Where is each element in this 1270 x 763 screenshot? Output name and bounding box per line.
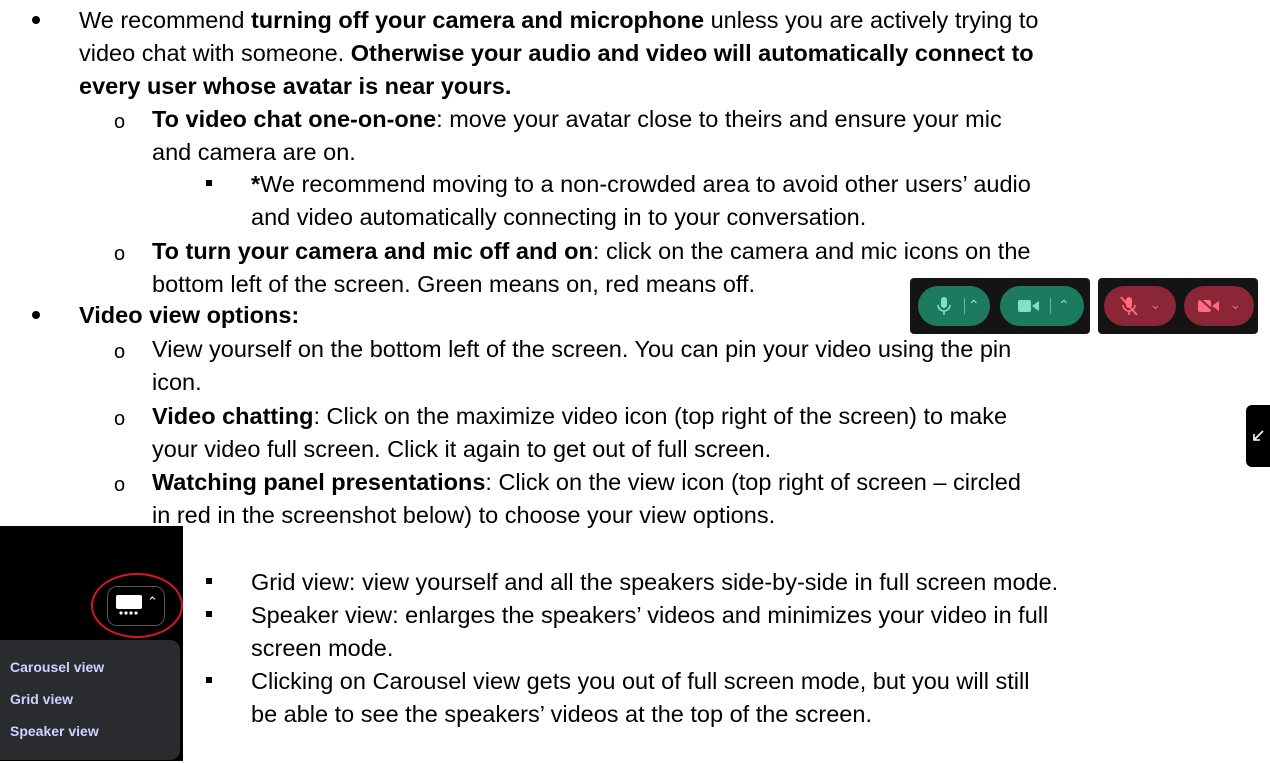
mic-on-button: ⌃ bbox=[918, 286, 990, 326]
chevron-up-icon: ⌃ bbox=[968, 297, 980, 313]
sub1-line2: and camera are on. bbox=[152, 139, 356, 165]
views-line3a: Clicking on Carousel view gets you out o… bbox=[251, 668, 1030, 694]
chevron-down-icon: ⌄ bbox=[1150, 297, 1161, 312]
camera-on-button: ⌃ bbox=[1000, 286, 1084, 326]
view-dropdown-menu: Carousel view Grid view Speaker view bbox=[0, 640, 180, 760]
sub5-line2: in red in the screenshot below) to choos… bbox=[152, 502, 776, 528]
maximize-video-image bbox=[1246, 405, 1270, 467]
views-line3b: be able to see the speakers’ videos at t… bbox=[251, 701, 872, 727]
menu-item-grid-view: Grid view bbox=[10, 691, 74, 707]
sub3-line1: View yourself on the bottom left of the … bbox=[152, 336, 1012, 362]
bullet-square bbox=[206, 180, 212, 186]
para1-line2: video chat with someone. Otherwise your … bbox=[79, 40, 1034, 66]
para1-line3: every user whose avatar is near yours. bbox=[79, 73, 512, 99]
bullet-circle: o bbox=[114, 111, 126, 133]
mic-off-button: ⌄ bbox=[1104, 286, 1176, 326]
controls-on-image: ⌃ ⌃ bbox=[910, 278, 1090, 334]
bullet-disc bbox=[32, 311, 40, 319]
subsub1-line2: and video automatically connecting in to… bbox=[251, 204, 867, 230]
camera-off-icon bbox=[1198, 298, 1219, 314]
controls-off-image: ⌄ ⌄ bbox=[1098, 278, 1258, 334]
bullet-circle: o bbox=[114, 474, 126, 496]
minimize-arrow-icon bbox=[1253, 430, 1264, 441]
menu-item-speaker-view: Speaker view bbox=[10, 723, 99, 739]
chevron-up-icon: ⌃ bbox=[1058, 297, 1070, 313]
subsub1-line1: *We recommend moving to a non-crowded ar… bbox=[251, 171, 1031, 197]
menu-item-carousel-view: Carousel view bbox=[10, 659, 105, 675]
bullet-disc bbox=[32, 16, 40, 24]
sub5-line1: Watching panel presentations: Click on t… bbox=[152, 469, 1021, 495]
microphone-muted-icon bbox=[1120, 296, 1138, 316]
sub2-line1: To turn your camera and mic off and on: … bbox=[152, 238, 1031, 264]
camera-icon bbox=[1018, 300, 1039, 312]
para2-heading: Video view options: bbox=[79, 302, 300, 328]
sub4-line1: Video chatting: Click on the maximize vi… bbox=[152, 403, 1008, 429]
microphone-icon bbox=[937, 297, 951, 315]
sub3-line2: icon. bbox=[152, 369, 202, 395]
chevron-down-icon: ⌄ bbox=[1230, 297, 1241, 312]
bullet-square bbox=[206, 677, 212, 683]
sub4-line2: your video full screen. Click it again t… bbox=[152, 436, 772, 462]
bullet-square bbox=[206, 611, 212, 617]
sub1-line1: To video chat one-on-one: move your avat… bbox=[152, 106, 1002, 132]
red-highlight-circle bbox=[91, 573, 183, 638]
bullet-circle: o bbox=[114, 243, 126, 265]
views-line1: Grid view: view yourself and all the spe… bbox=[251, 569, 1059, 595]
para1-line1: We recommend turning off your camera and… bbox=[79, 7, 1039, 33]
bullet-square bbox=[206, 578, 212, 584]
bullet-circle: o bbox=[114, 341, 126, 363]
views-line2b: screen mode. bbox=[251, 635, 394, 661]
sub2-line2: bottom left of the screen. Green means o… bbox=[152, 271, 756, 297]
views-line2a: Speaker view: enlarges the speakers’ vid… bbox=[251, 602, 1049, 628]
camera-off-button: ⌄ bbox=[1184, 286, 1254, 326]
bullet-circle: o bbox=[114, 408, 126, 430]
